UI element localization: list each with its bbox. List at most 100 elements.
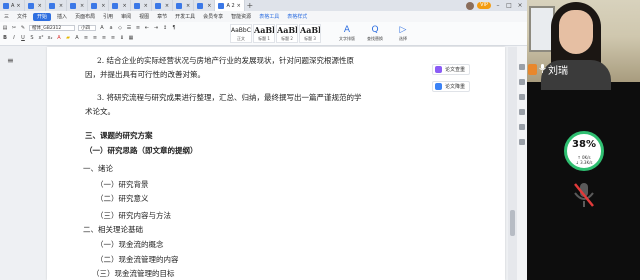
bold-icon[interactable]: B xyxy=(2,35,8,41)
close-tab-icon[interactable]: × xyxy=(122,3,126,9)
document-tab[interactable]: × xyxy=(25,0,46,11)
ribbon-toolbar: ▤ ✂ ✎ 楷体_GB2312 小四 A a ◇ ☰ ≡ ⇤ ⇥ ↕ ¶ B I… xyxy=(0,22,527,46)
document-tab-bar: A × × × × × × × × × × A 2 × + VIP – □ × xyxy=(0,0,527,11)
menu-item[interactable]: 引用 xyxy=(99,11,117,22)
align-left-icon[interactable]: ≡ xyxy=(83,35,89,41)
document-tab[interactable]: × xyxy=(131,0,152,11)
line-spacing-icon[interactable]: ↨ xyxy=(119,35,125,41)
close-tab-icon[interactable]: × xyxy=(186,3,190,9)
settings-icon[interactable] xyxy=(519,94,525,100)
strikethrough-icon[interactable]: S xyxy=(29,35,35,41)
menu-item[interactable]: 三 xyxy=(0,11,13,22)
pointer-icon[interactable] xyxy=(519,79,525,85)
comment-icon[interactable] xyxy=(519,139,525,145)
superscript-icon[interactable]: x² xyxy=(38,35,44,41)
close-tab-icon[interactable]: × xyxy=(207,3,211,9)
close-tab-icon[interactable]: × xyxy=(144,3,148,9)
cut-icon[interactable]: ✂ xyxy=(11,25,17,31)
document-line: 3. 将研究流程与研究成果进行整理，汇总、归纳，最终撰写出一篇严谨规范的学 xyxy=(97,93,362,102)
menu-item[interactable]: 会员专享 xyxy=(199,11,227,22)
close-tab-icon[interactable]: × xyxy=(165,3,169,9)
navigation-menu-icon[interactable]: ≡ xyxy=(7,56,14,65)
menu-item[interactable]: 审阅 xyxy=(117,11,135,22)
menu-item[interactable]: 页面布局 xyxy=(71,11,99,22)
close-tab-icon[interactable]: × xyxy=(101,3,105,9)
document-tab[interactable]: × xyxy=(152,0,174,11)
menu-item[interactable]: 开始 xyxy=(33,12,52,21)
vertical-scrollbar[interactable] xyxy=(508,47,517,280)
vip-badge[interactable]: VIP xyxy=(477,2,491,9)
style-sample: AaBbC xyxy=(300,25,320,35)
document-tab[interactable]: A 2 × xyxy=(215,0,245,11)
document-tab[interactable]: × xyxy=(194,0,216,11)
style-preset[interactable]: AaBb标题 2 xyxy=(276,24,298,43)
new-tab-icon[interactable]: + xyxy=(245,1,255,10)
sort-icon[interactable]: ↕ xyxy=(162,25,168,31)
menu-item[interactable]: 开发工具 xyxy=(171,11,199,22)
ribbon-row-clipboard-font: ▤ ✂ ✎ 楷体_GB2312 小四 A a ◇ ☰ ≡ ⇤ ⇥ ↕ ¶ xyxy=(2,25,177,31)
filter-icon[interactable] xyxy=(519,64,525,70)
close-tab-icon[interactable]: × xyxy=(16,3,20,9)
style-preset[interactable]: AaBbC标题 1 xyxy=(253,24,275,43)
document-line: （二）研究意义 xyxy=(96,194,149,203)
document-tab[interactable]: × xyxy=(109,0,131,11)
paste-icon[interactable]: ▤ xyxy=(2,25,8,31)
translate-icon[interactable] xyxy=(519,124,525,130)
highlight-icon[interactable]: ▰ xyxy=(65,35,71,41)
underline-icon[interactable]: U xyxy=(20,35,26,41)
borders-icon[interactable]: ▦ xyxy=(128,35,134,41)
style-preset[interactable]: AaBbC标题 3 xyxy=(299,24,321,43)
menu-item[interactable]: 表格样式 xyxy=(283,11,311,22)
numbering-icon[interactable]: ≡ xyxy=(135,25,141,31)
document-tab[interactable]: × xyxy=(173,0,195,11)
document-tab[interactable]: × xyxy=(46,0,68,11)
subscript-icon[interactable]: x₂ xyxy=(47,35,53,41)
menu-item[interactable]: 表格工具 xyxy=(255,11,283,22)
paper-tool-button[interactable]: 论文降重 xyxy=(432,81,470,92)
ribbon-tool-button[interactable]: Q 查找替换 xyxy=(364,25,386,42)
share-icon[interactable] xyxy=(519,109,525,115)
format-painter-icon[interactable]: ✎ xyxy=(20,25,26,31)
font-size-select[interactable]: 小四 xyxy=(78,25,96,31)
document-icon xyxy=(48,2,55,9)
menu-item[interactable]: 文件 xyxy=(13,11,31,22)
close-tab-icon[interactable]: × xyxy=(38,3,42,9)
align-center-icon[interactable]: ≡ xyxy=(92,35,98,41)
bullets-icon[interactable]: ☰ xyxy=(126,25,132,31)
mute-microphone-icon[interactable] xyxy=(567,178,601,212)
clear-format-icon[interactable]: ◇ xyxy=(117,25,123,31)
menu-item[interactable]: 智能资源 xyxy=(227,11,255,22)
scrollbar-thumb[interactable] xyxy=(510,210,515,236)
maximize-icon[interactable]: □ xyxy=(505,2,513,9)
italic-icon[interactable]: I xyxy=(11,35,17,41)
menu-item[interactable]: 视图 xyxy=(135,11,153,22)
document-icon xyxy=(3,2,9,9)
close-tab-icon[interactable]: × xyxy=(59,3,63,9)
close-tab-icon[interactable]: × xyxy=(237,3,241,9)
char-shading-icon[interactable]: A xyxy=(74,35,80,41)
font-name-select[interactable]: 楷体_GB2312 xyxy=(29,25,75,31)
font-color-icon[interactable]: A xyxy=(56,35,62,41)
ribbon-tool-button[interactable]: A 文字排版 xyxy=(336,25,358,42)
increase-indent-icon[interactable]: ⇥ xyxy=(153,25,159,31)
minimize-icon[interactable]: – xyxy=(494,2,502,9)
shrink-font-icon[interactable]: a xyxy=(108,25,114,31)
justify-icon[interactable]: ≡ xyxy=(110,35,116,41)
style-preset[interactable]: AaBbCcDd 正文 xyxy=(230,24,252,43)
document-line: 2. 结合企业的实际经营状况与房地产行业的发展现状，针对问题深究根源性原 xyxy=(97,56,355,65)
ribbon-tool-button[interactable]: ▷ 选择 xyxy=(392,25,414,42)
close-window-icon[interactable]: × xyxy=(516,2,524,9)
avatar[interactable] xyxy=(466,1,475,10)
grow-font-icon[interactable]: A xyxy=(99,25,105,31)
document-tab[interactable]: A × xyxy=(0,0,25,11)
menu-item[interactable]: 插入 xyxy=(53,11,71,22)
show-marks-icon[interactable]: ¶ xyxy=(171,25,177,31)
document-tab[interactable]: × xyxy=(67,0,89,11)
align-right-icon[interactable]: ≡ xyxy=(101,35,107,41)
paper-tool-button[interactable]: 论文查重 xyxy=(432,64,470,75)
close-tab-icon[interactable]: × xyxy=(80,3,84,9)
menu-item[interactable]: 章节 xyxy=(153,11,171,22)
tool-icon: A xyxy=(343,25,351,35)
decrease-indent-icon[interactable]: ⇤ xyxy=(144,25,150,31)
document-tab[interactable]: × xyxy=(88,0,110,11)
